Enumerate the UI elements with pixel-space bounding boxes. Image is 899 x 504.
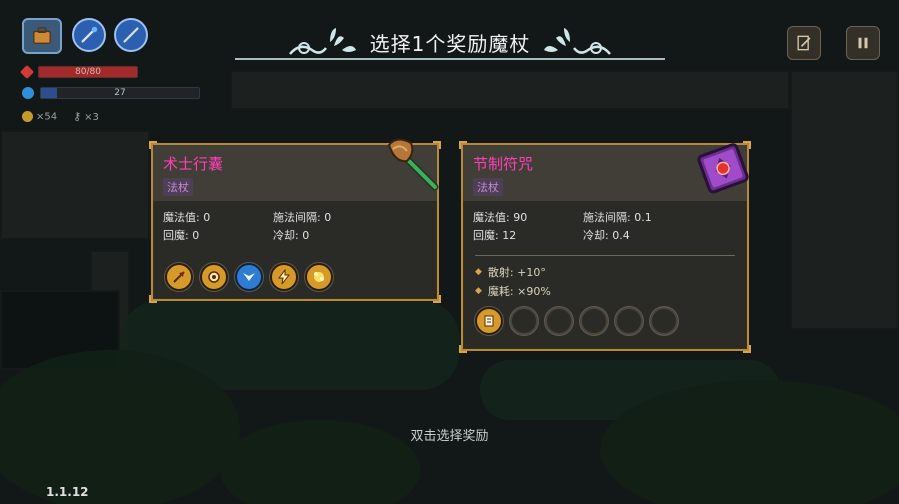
spell-slot[interactable] [235, 263, 263, 291]
mana-bar-row: 27 [22, 87, 200, 99]
left-ornament-icon [288, 28, 356, 55]
pause-button[interactable] [846, 26, 880, 60]
journal-button[interactable] [787, 26, 821, 60]
card-modifiers: ◆ 散射: +10° ◆ 魔耗: ×90% [463, 264, 747, 299]
equipped-wand-slot-2[interactable] [114, 18, 148, 52]
stat-mana-regen: 回魔: 0 [163, 229, 200, 242]
bullet-icon: ◆ [475, 267, 482, 277]
mana-bar: 27 [40, 87, 200, 99]
spell-slots [165, 263, 333, 291]
modifier-text: 散射: +10° [487, 266, 546, 279]
spell-slot[interactable] [200, 263, 228, 291]
title-banner: 选择1个奖励魔杖 [235, 22, 665, 62]
stat-mana: 魔法值: 0 [163, 211, 211, 224]
wing-spell-icon [243, 273, 255, 281]
modifier-mana-cost: ◆ 魔耗: ×90% [475, 283, 735, 299]
key-counter: ⚷ ×3 [73, 110, 99, 123]
pencil-note-icon [797, 35, 811, 51]
page-title: 选择1个奖励魔杖 [369, 31, 531, 56]
key-icon: ⚷ [73, 110, 82, 123]
stat-cooldown: 冷却: 0 [273, 229, 310, 242]
inventory-bag-button[interactable] [22, 18, 62, 54]
spell-slots [475, 307, 678, 335]
spell-slot[interactable] [305, 263, 333, 291]
burst-spell-icon [314, 272, 324, 282]
bullet-icon: ◆ [475, 286, 482, 296]
empty-spell-slot[interactable] [510, 307, 538, 335]
empty-spell-slot[interactable] [580, 307, 608, 335]
heart-icon [19, 64, 35, 80]
coin-icon [22, 110, 33, 122]
card-corner [459, 141, 467, 149]
stat-mana: 魔法值: 90 [473, 211, 528, 224]
resources-row: ×54 ⚷ ×3 [22, 110, 99, 123]
stat-mana-regen: 回魔: 12 [473, 229, 517, 242]
version-label: 1.1.12 [46, 485, 89, 499]
equipped-wand-slot-1[interactable] [72, 18, 106, 52]
wand-icon [81, 26, 98, 43]
key-count: ×3 [84, 112, 99, 123]
reward-card-warlock-pouch[interactable]: 术士行囊 法杖 魔法值: 0 施法间隔: 0 回魔: 0 冷却: 0 [149, 138, 441, 303]
card-corner [149, 141, 157, 149]
broom-wand-icon [387, 138, 439, 191]
modifier-text: 魔耗: ×90% [487, 285, 551, 298]
card-stats: 魔法值: 90 施法间隔: 0.1 回魔: 12 冷却: 0.4 [463, 201, 747, 243]
spell-slot[interactable] [270, 263, 298, 291]
empty-spell-slot[interactable] [650, 307, 678, 335]
card-corner [459, 345, 467, 353]
scroll-spell-icon [484, 315, 494, 327]
health-bar: 80/80 [38, 66, 138, 78]
gold-count: ×54 [36, 111, 58, 123]
spell-slot[interactable] [475, 307, 503, 335]
stat-cooldown: 冷却: 0.4 [583, 229, 630, 242]
spell-slot[interactable] [165, 263, 193, 291]
health-bar-row: 80/80 [19, 64, 138, 80]
right-ornament-icon [544, 28, 612, 55]
card-corner [743, 345, 751, 353]
modifier-spread: ◆ 散射: +10° [475, 264, 735, 280]
mana-orb-icon [22, 87, 34, 99]
double-click-hint: 双击选择奖励 [410, 429, 489, 444]
mana-text: 27 [114, 88, 126, 98]
empty-spell-slot[interactable] [615, 307, 643, 335]
card-corner [149, 295, 157, 303]
bag-icon [33, 27, 51, 45]
lightning-spell-icon [278, 269, 291, 285]
spellbook-icon [697, 143, 749, 194]
stat-cast-interval: 施法间隔: 0 [273, 211, 332, 224]
health-text: 80/80 [75, 67, 101, 77]
gold-counter: ×54 [22, 110, 58, 123]
card-corner [433, 295, 441, 303]
empty-spell-slot[interactable] [545, 307, 573, 335]
staff-icon [123, 27, 139, 43]
stat-cast-interval: 施法间隔: 0.1 [583, 211, 652, 224]
arrow-spell-icon [173, 271, 185, 283]
card-type-tag: 法杖 [473, 178, 503, 196]
pause-icon [858, 37, 868, 49]
gear-spell-icon [208, 271, 220, 283]
reward-card-temperance-charm[interactable]: 节制符咒 法杖 魔法值: 90 施法间隔: 0.1 回魔: 12 冷却: 0.4… [459, 141, 751, 353]
divider [475, 255, 735, 256]
card-stats: 魔法值: 0 施法间隔: 0 回魔: 0 冷却: 0 [153, 201, 437, 243]
card-type-tag: 法杖 [163, 178, 193, 196]
